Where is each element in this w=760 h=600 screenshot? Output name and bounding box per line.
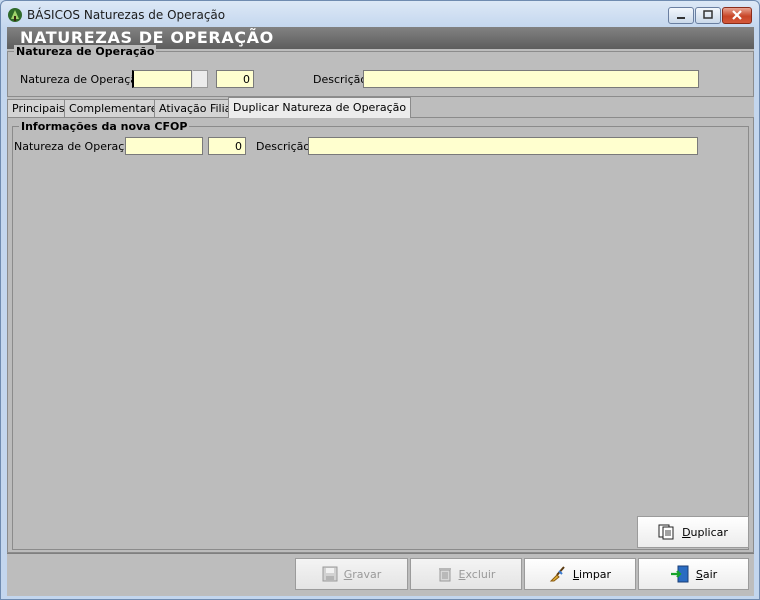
duplicar-label: Duplicar [682, 525, 728, 539]
minimize-icon [677, 17, 685, 19]
client-area: NATUREZAS DE OPERAÇÃO Natureza de Operaç… [7, 27, 754, 596]
trash-icon [438, 568, 451, 582]
descricao-label: Descrição [313, 73, 368, 86]
footer-toolbar: Gravar Excluir Limpar Sair [7, 553, 754, 596]
maximize-button[interactable] [695, 7, 721, 24]
app-logo-icon [8, 8, 22, 22]
duplicar-button[interactable]: Duplicar [637, 516, 749, 548]
natureza-code-input[interactable] [132, 70, 192, 88]
natureza-number-input[interactable] [216, 70, 254, 88]
natureza-lookup-button[interactable] [192, 70, 208, 88]
nova-natureza-number-input[interactable] [208, 137, 246, 155]
tab-complementares[interactable]: Complementares [64, 99, 169, 117]
app-window: BÁSICOS Naturezas de Operação NATUREZAS … [0, 0, 760, 600]
exit-door-icon [670, 565, 689, 583]
top-group-title: Natureza de Operação [14, 45, 157, 58]
limpar-button[interactable]: Limpar [524, 558, 636, 590]
gravar-label: Gravar [343, 567, 382, 581]
maximize-icon [703, 10, 713, 19]
window-title: BÁSICOS Naturezas de Operação [27, 8, 226, 22]
nova-cfop-group-title: Informações da nova CFOP [19, 120, 190, 133]
sair-label: Sair [695, 567, 718, 581]
gravar-button[interactable]: Gravar [295, 558, 408, 590]
nova-cfop-group [12, 126, 749, 550]
natureza-label: Natureza de Operação [20, 73, 144, 86]
nova-descricao-input[interactable] [308, 137, 698, 155]
tab-principais[interactable]: Principais [7, 99, 70, 117]
excluir-button[interactable]: Excluir [410, 558, 522, 590]
sair-button[interactable]: Sair [638, 558, 749, 590]
broom-icon [549, 566, 565, 582]
excluir-label: Excluir [458, 567, 496, 581]
nova-natureza-label: Natureza de Operação [14, 140, 138, 153]
tab-duplicar[interactable]: Duplicar Natureza de Operação [228, 97, 412, 118]
tab-page-duplicar: Informações da nova CFOP Natureza de Ope… [7, 117, 754, 553]
tab-ativacao-filial[interactable]: Ativação Filial [154, 99, 240, 117]
top-group-box: Natureza de Operação Natureza de Operaçã… [7, 45, 754, 97]
minimize-button[interactable] [668, 7, 694, 24]
limpar-label: Limpar [572, 567, 612, 581]
title-bar[interactable]: BÁSICOS Naturezas de Operação [1, 1, 759, 29]
duplicate-pages-icon [658, 524, 674, 540]
nova-descricao-label: Descrição [256, 140, 311, 153]
tab-strip: Principais Complementares Ativação Filia… [7, 97, 754, 118]
close-icon [732, 10, 742, 20]
nova-natureza-code-input[interactable] [125, 137, 203, 155]
save-disk-icon [322, 566, 338, 582]
close-button[interactable] [722, 7, 752, 24]
descricao-input[interactable] [363, 70, 699, 88]
